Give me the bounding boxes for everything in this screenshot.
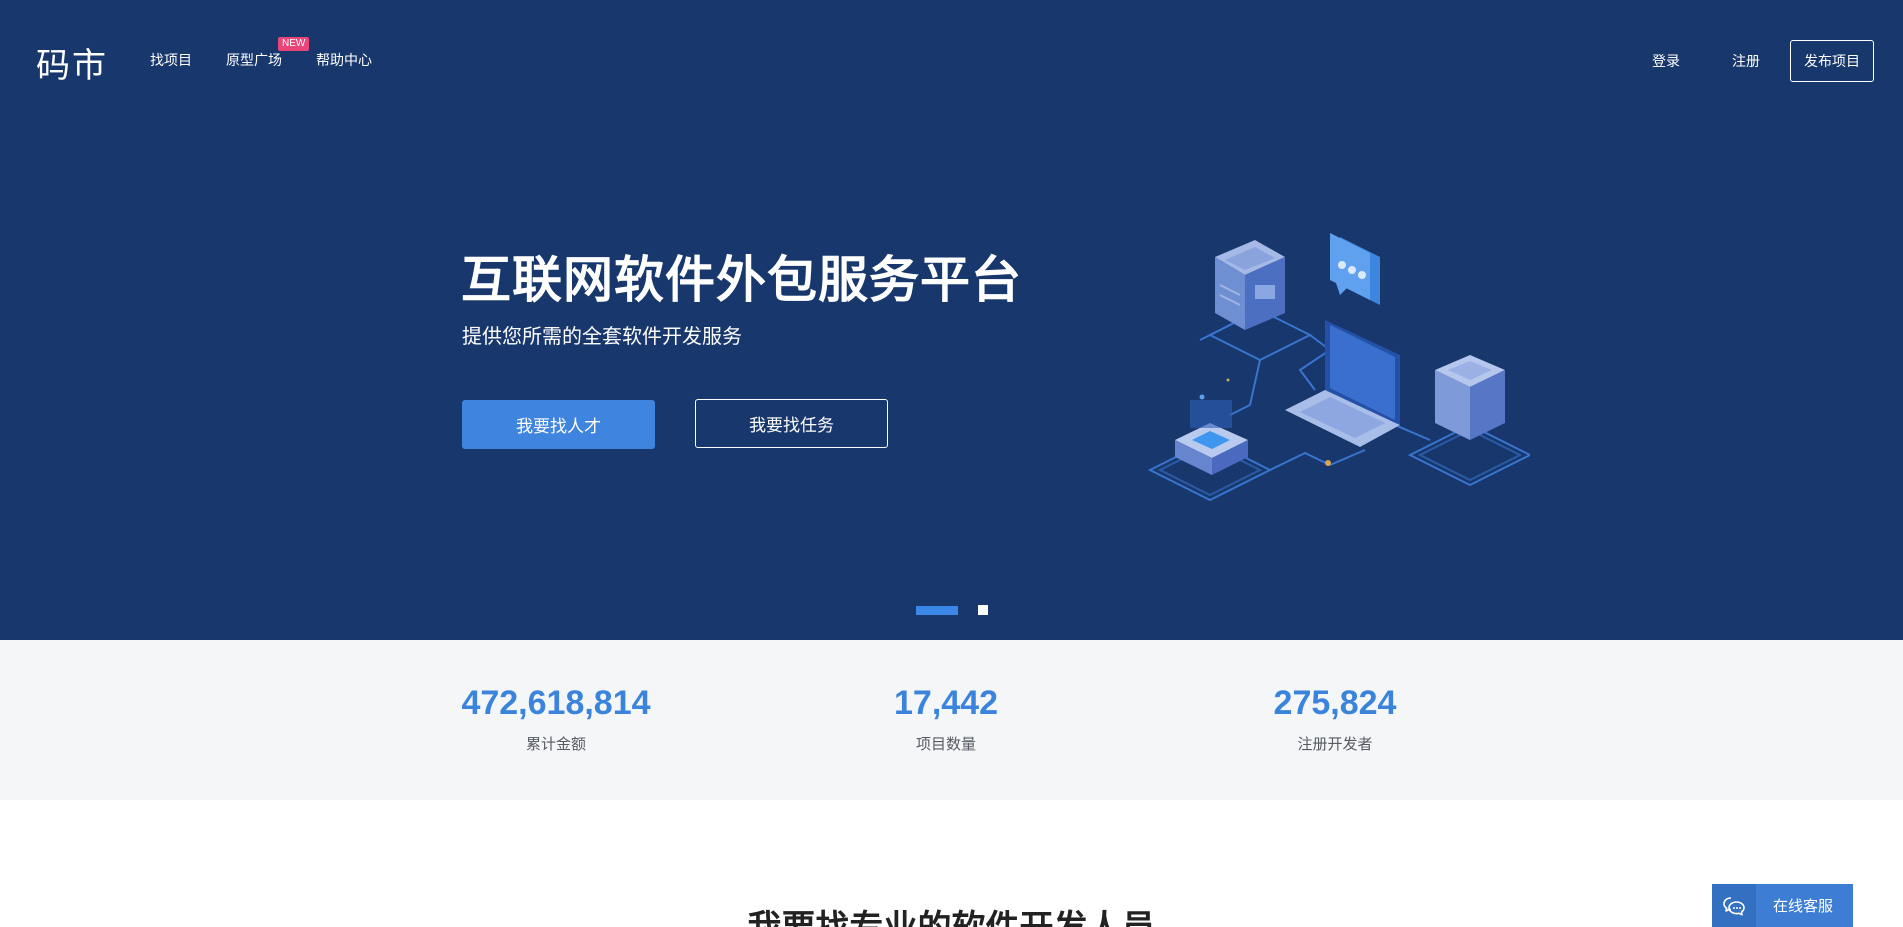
carousel-dot-2[interactable] (978, 605, 988, 615)
online-service-label: 在线客服 (1773, 897, 1834, 915)
carousel-dot-1[interactable] (916, 605, 958, 615)
chat-bubble-icon (1712, 884, 1756, 927)
main-nav: 找项目 原型广场 NEW 帮助中心 (150, 37, 406, 70)
stat-total-amount: 472,618,814 累计金额 (406, 684, 706, 754)
site-logo[interactable]: 码市 (36, 38, 108, 87)
nav-help-center[interactable]: 帮助中心 (316, 50, 372, 70)
account-actions: 登录 注册 发布项目 (1652, 40, 1874, 82)
stat-developers-label: 注册开发者 (1297, 735, 1373, 753)
nav-prototype-label: 原型广场 (226, 53, 282, 69)
stat-project-count: 17,442 项目数量 (796, 684, 1096, 754)
section-title: 我要找专业的软件开发人员 (0, 900, 1903, 927)
carousel-indicators (916, 605, 988, 615)
find-talent-button[interactable]: 我要找人才 (462, 400, 655, 449)
online-service-button[interactable]: 在线客服 (1712, 884, 1853, 927)
stat-total-amount-label: 累计金额 (525, 735, 586, 753)
hero-title: 互联网软件外包服务平台 (461, 251, 1022, 309)
register-link[interactable]: 注册 (1732, 51, 1760, 71)
new-badge: NEW (278, 37, 310, 51)
stat-developers: 275,824 注册开发者 (1185, 684, 1485, 754)
publish-project-button[interactable]: 发布项目 (1790, 40, 1874, 82)
hero-subtitle: 提供您所需的全套软件开发服务 (462, 324, 742, 348)
stats-bar: 472,618,814 累计金额 17,442 项目数量 275,824 注册开… (0, 640, 1903, 800)
nav-find-project[interactable]: 找项目 (150, 50, 192, 70)
stat-project-count-value: 17,442 (894, 684, 998, 722)
hero-banner: 码市 找项目 原型广场 NEW 帮助中心 登录 注册 发布项目 互联网软件外包服… (0, 0, 1903, 640)
stat-project-count-label: 项目数量 (915, 735, 976, 753)
nav-prototype-square[interactable]: 原型广场 NEW (226, 37, 310, 70)
find-task-button[interactable]: 我要找任务 (695, 399, 888, 448)
stat-total-amount-value: 472,618,814 (461, 684, 651, 722)
servers-laptop-illustration (1147, 233, 1530, 502)
stat-developers-value: 275,824 (1273, 684, 1397, 722)
login-link[interactable]: 登录 (1652, 51, 1680, 71)
